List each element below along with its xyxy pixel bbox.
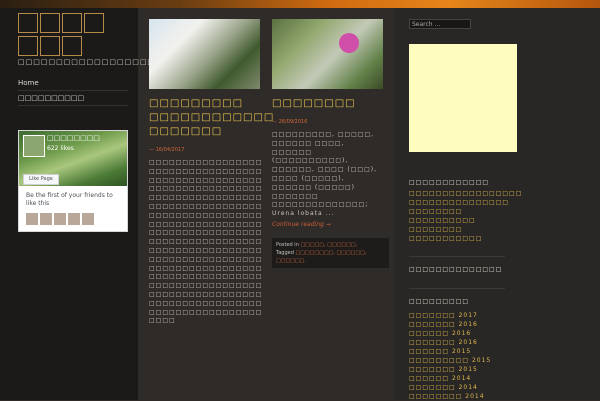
archive-month: □□□□□□□□□	[409, 357, 470, 364]
post-meta: Posted in □□□□□, □□□□□□, Tagged □□□□□□□□…	[272, 237, 389, 268]
nav-item[interactable]: □□□□□□□□□□	[18, 91, 128, 106]
facebook-page-widget: □□□□□□□□ 622 likes Like Page Be the firs…	[18, 130, 128, 232]
archive-year: 2015	[471, 357, 492, 364]
logo-cell: □	[62, 36, 82, 56]
logo-cell: □	[84, 13, 104, 33]
archive-link[interactable]: □□□□□□ 2015	[409, 347, 491, 356]
archive-link[interactable]: □□□□□□□ 2017	[409, 311, 491, 320]
list-item[interactable]: □□□□□□□□□□□□□□□	[409, 198, 522, 207]
facebook-page-avatar[interactable]	[23, 135, 45, 157]
header-stripe	[0, 0, 600, 8]
archive-year: 2016	[451, 330, 472, 337]
archive-month: □□□□□□□□	[409, 393, 463, 400]
archive-month: □□□□□□□	[409, 321, 456, 328]
post-1: □□□□□□□□□ □□□□□□□□□□□□ □□□□□□□ — 16/04/2…	[149, 19, 273, 399]
widget-title: □□□□□□□□□□□□□□	[409, 266, 503, 273]
like-page-button[interactable]: Like Page	[23, 174, 59, 185]
post-2: □□□□□□□□ — 26/09/2016 □□□□□□□□□, □□□□□, …	[272, 19, 389, 268]
avatar[interactable]	[68, 213, 80, 225]
archive-year: 2015	[458, 366, 478, 373]
archive-month: □□□□□□□	[409, 366, 456, 373]
category-links[interactable]: □□□□□, □□□□□□,	[300, 242, 357, 248]
facebook-page-name[interactable]: □□□□□□□□	[47, 134, 100, 142]
archive-month: □□□□□□	[409, 348, 450, 355]
archive-link[interactable]: □□□□□□□ 2015	[409, 365, 491, 374]
search-input[interactable]: Search ...	[409, 19, 471, 29]
archive-link[interactable]: □□□□□□□ 2016	[409, 320, 491, 329]
post-thumbnail-flower[interactable]	[272, 19, 383, 89]
archive-link[interactable]: □□□□□□ 2016	[409, 329, 491, 338]
archive-year: 2014	[465, 393, 485, 400]
tagged-label: Tagged	[276, 249, 294, 256]
post-excerpt: □□□□□□□□□, □□□□□, □□□□□□ □□□□, □□□□□□ (□…	[272, 131, 378, 218]
archive-year: 2014	[458, 384, 478, 391]
archive-year: 2016	[458, 321, 478, 328]
archive-year: 2014	[451, 375, 472, 382]
archive-link[interactable]: □□□□□□ 2014	[409, 374, 491, 383]
logo-cell: □	[18, 13, 38, 33]
continue-reading-link[interactable]: Continue reading →	[272, 221, 384, 228]
archive-link[interactable]: □□□□□□□ 2014	[409, 383, 491, 392]
list-item[interactable]: □□□□□□□□	[409, 207, 522, 216]
post-date[interactable]: — 16/04/2017	[149, 147, 267, 153]
archive-year: 2016	[458, 339, 478, 346]
avatar[interactable]	[40, 213, 52, 225]
widget-list: □□□□□□□□□□□□□□□□□ □□□□□□□□□□□□□□□ □□□□□□…	[409, 189, 522, 243]
posted-in-label: Posted in	[276, 241, 299, 248]
archive-link[interactable]: □□□□□□□ 2016	[409, 338, 491, 347]
avatar[interactable]	[26, 213, 38, 225]
nav-home[interactable]: Home	[18, 76, 128, 91]
archive-year: 2015	[451, 348, 472, 355]
post-date[interactable]: — 26/09/2016	[272, 119, 384, 125]
logo-cell: □	[40, 36, 60, 56]
right-sidebar: Search ... □□□□□□□□□□□□ □□□□□□□□□□□□□□□□…	[395, 8, 600, 400]
archive-year: 2017	[458, 312, 478, 319]
archive-link[interactable]: □□□□□□□□□ 2015	[409, 356, 491, 365]
site-name: □□□□□□□□□□□□□□□□□□□	[18, 58, 163, 66]
flower-image	[339, 33, 359, 53]
main-nav: Home □□□□□□□□□□	[18, 76, 128, 106]
archive-month: □□□□□□□	[409, 312, 456, 319]
post-excerpt: □□□□□□□□□□□□□□□□□□□□□□□□□□□□□□□□□□□□□□□□…	[149, 159, 263, 325]
ad-banner[interactable]	[409, 44, 517, 152]
facebook-likes-count: 622 likes	[47, 145, 74, 152]
widget-title: □□□□□□□□□□□□	[409, 179, 490, 186]
logo-cell: □	[40, 13, 60, 33]
logo-cell: □	[18, 36, 38, 56]
archives-title: □□□□□□□□□	[409, 298, 470, 305]
avatar[interactable]	[54, 213, 66, 225]
facebook-first-text: Be the first of your friends to like thi…	[26, 192, 113, 207]
logo-cell: □	[62, 13, 82, 33]
site-logo[interactable]: □□□□□□□	[18, 13, 126, 59]
friend-faces	[26, 210, 96, 229]
post-title[interactable]: □□□□□□□□	[272, 97, 384, 111]
post-title[interactable]: □□□□□□□□□ □□□□□□□□□□□□ □□□□□□□	[149, 97, 273, 139]
archive-month: □□□□□□	[409, 330, 450, 337]
archives-list: □□□□□□□ 2017 □□□□□□□ 2016 □□□□□□ 2016 □□…	[409, 311, 491, 401]
divider	[409, 288, 505, 289]
avatar[interactable]	[82, 213, 94, 225]
divider	[409, 256, 505, 257]
list-item[interactable]: □□□□□□□□□□□□□□□□□	[409, 189, 522, 198]
post-thumbnail-building[interactable]	[149, 19, 260, 89]
list-item[interactable]: □□□□□□□□	[409, 225, 522, 234]
list-item[interactable]: □□□□□□□□□□□	[409, 234, 522, 243]
archive-month: □□□□□□□	[409, 384, 456, 391]
archive-month: □□□□□□	[409, 375, 450, 382]
archive-month: □□□□□□□	[409, 339, 456, 346]
list-item[interactable]: □□□□□□□□□□	[409, 216, 522, 225]
